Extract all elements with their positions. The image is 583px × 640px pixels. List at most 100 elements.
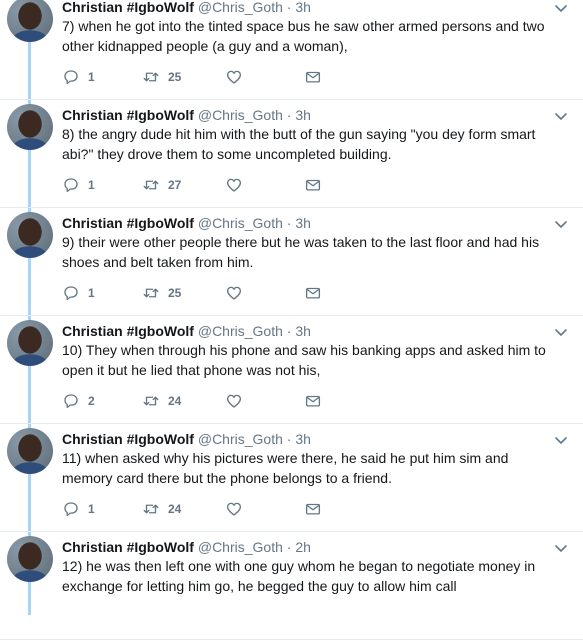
timestamp[interactable]: 3h xyxy=(295,0,311,15)
author-name[interactable]: Christian #IgboWolf xyxy=(62,107,194,123)
separator-dot: · xyxy=(286,215,292,231)
chevron-down-icon[interactable] xyxy=(553,216,569,232)
reply-count: 1 xyxy=(88,178,95,192)
author-handle[interactable]: @Chris_Goth xyxy=(198,107,283,123)
direct-message-button[interactable] xyxy=(304,391,322,411)
separator-dot: · xyxy=(286,107,292,123)
tweet-text: 10) They when through his phone and saw … xyxy=(62,342,546,378)
retweet-icon xyxy=(143,72,159,82)
author-handle[interactable]: @Chris_Goth xyxy=(198,539,283,555)
retweet-count: 24 xyxy=(168,394,182,408)
tweet-actions: 1 25 xyxy=(62,67,332,87)
tweet-header: Christian #IgboWolf @Chris_Goth · 3h xyxy=(62,430,311,448)
retweet-button[interactable]: 24 xyxy=(142,391,181,411)
timestamp[interactable]: 2h xyxy=(295,539,311,555)
reply-count: 1 xyxy=(88,502,95,516)
tweet-text: 11) when asked why his pictures were the… xyxy=(62,450,509,486)
timestamp[interactable]: 3h xyxy=(295,107,311,123)
envelope-icon xyxy=(305,179,321,191)
retweet-button[interactable]: 25 xyxy=(142,67,181,87)
retweet-count: 25 xyxy=(168,286,182,300)
tweet-header: Christian #IgboWolf @Chris_Goth · 2h xyxy=(62,538,311,556)
retweet-button[interactable]: 24 xyxy=(142,499,181,519)
tweet-actions: 1 27 xyxy=(62,175,332,195)
tweet-text: 9) their were other people there but he … xyxy=(62,234,540,270)
avatar[interactable] xyxy=(7,0,53,42)
retweet-count: 25 xyxy=(168,70,182,84)
retweet-count: 24 xyxy=(168,502,182,516)
tweet[interactable]: Christian #IgboWolf @Chris_Goth · 3h 8) … xyxy=(0,100,583,208)
tweet[interactable]: Christian #IgboWolf @Chris_Goth · 2h 12)… xyxy=(0,532,583,640)
retweet-button[interactable]: 25 xyxy=(142,283,181,303)
like-button[interactable] xyxy=(225,499,243,519)
reply-count: 1 xyxy=(88,70,95,84)
author-name[interactable]: Christian #IgboWolf xyxy=(62,323,194,339)
timestamp[interactable]: 3h xyxy=(295,323,311,339)
avatar[interactable] xyxy=(7,428,53,474)
chevron-down-icon[interactable] xyxy=(553,108,569,124)
tweet-actions: 2 24 xyxy=(62,391,332,411)
author-handle[interactable]: @Chris_Goth xyxy=(198,323,283,339)
tweet-header: Christian #IgboWolf @Chris_Goth · 3h xyxy=(62,0,311,16)
timestamp[interactable]: 3h xyxy=(295,215,311,231)
like-button[interactable] xyxy=(225,175,243,195)
tweet-text: 8) the angry dude hit him with the butt … xyxy=(62,126,536,162)
heart-icon xyxy=(226,502,242,516)
retweet-icon xyxy=(143,396,159,406)
author-handle[interactable]: @Chris_Goth xyxy=(198,215,283,231)
avatar[interactable] xyxy=(7,536,53,582)
chevron-down-icon[interactable] xyxy=(553,432,569,448)
separator-dot: · xyxy=(286,539,292,555)
tweet-actions: 1 25 xyxy=(62,283,332,303)
reply-icon xyxy=(64,286,78,301)
like-button[interactable] xyxy=(225,283,243,303)
reply-button[interactable]: 1 xyxy=(62,499,95,519)
direct-message-button[interactable] xyxy=(304,67,322,87)
tweet-header: Christian #IgboWolf @Chris_Goth · 3h xyxy=(62,106,311,124)
reply-count: 2 xyxy=(88,394,95,408)
avatar[interactable] xyxy=(7,320,53,366)
reply-icon xyxy=(64,70,78,85)
author-name[interactable]: Christian #IgboWolf xyxy=(62,215,194,231)
author-name[interactable]: Christian #IgboWolf xyxy=(62,539,194,555)
tweet[interactable]: Christian #IgboWolf @Chris_Goth · 3h 10)… xyxy=(0,316,583,424)
reply-icon xyxy=(64,178,78,193)
avatar[interactable] xyxy=(7,212,53,258)
tweet-header: Christian #IgboWolf @Chris_Goth · 3h xyxy=(62,322,311,340)
envelope-icon xyxy=(305,395,321,407)
author-name[interactable]: Christian #IgboWolf xyxy=(62,0,194,15)
tweet[interactable]: Christian #IgboWolf @Chris_Goth · 3h 11)… xyxy=(0,424,583,532)
reply-button[interactable]: 1 xyxy=(62,175,95,195)
retweet-icon xyxy=(143,180,159,190)
tweet[interactable]: Christian #IgboWolf @Chris_Goth · 3h 7) … xyxy=(0,0,583,100)
direct-message-button[interactable] xyxy=(304,499,322,519)
envelope-icon xyxy=(305,503,321,515)
avatar[interactable] xyxy=(7,104,53,150)
retweet-button[interactable]: 27 xyxy=(142,175,181,195)
author-handle[interactable]: @Chris_Goth xyxy=(198,431,283,447)
reply-count: 1 xyxy=(88,286,95,300)
tweet-header: Christian #IgboWolf @Chris_Goth · 3h xyxy=(62,214,311,232)
reply-icon xyxy=(64,502,78,517)
chevron-down-icon[interactable] xyxy=(553,324,569,340)
separator-dot: · xyxy=(286,0,292,15)
author-handle[interactable]: @Chris_Goth xyxy=(198,0,283,15)
separator-dot: · xyxy=(286,323,292,339)
like-button[interactable] xyxy=(225,391,243,411)
reply-button[interactable]: 2 xyxy=(62,391,95,411)
chevron-down-icon[interactable] xyxy=(553,0,569,16)
chevron-down-icon[interactable] xyxy=(553,540,569,556)
tweet[interactable]: Christian #IgboWolf @Chris_Goth · 3h 9) … xyxy=(0,208,583,316)
direct-message-button[interactable] xyxy=(304,175,322,195)
tweet-actions: 1 24 xyxy=(62,499,332,519)
timestamp[interactable]: 3h xyxy=(295,431,311,447)
reply-icon xyxy=(64,394,78,409)
author-name[interactable]: Christian #IgboWolf xyxy=(62,431,194,447)
retweet-icon xyxy=(143,288,159,298)
reply-button[interactable]: 1 xyxy=(62,67,95,87)
direct-message-button[interactable] xyxy=(304,283,322,303)
like-button[interactable] xyxy=(225,67,243,87)
envelope-icon xyxy=(305,287,321,299)
reply-button[interactable]: 1 xyxy=(62,283,95,303)
heart-icon xyxy=(226,70,242,84)
